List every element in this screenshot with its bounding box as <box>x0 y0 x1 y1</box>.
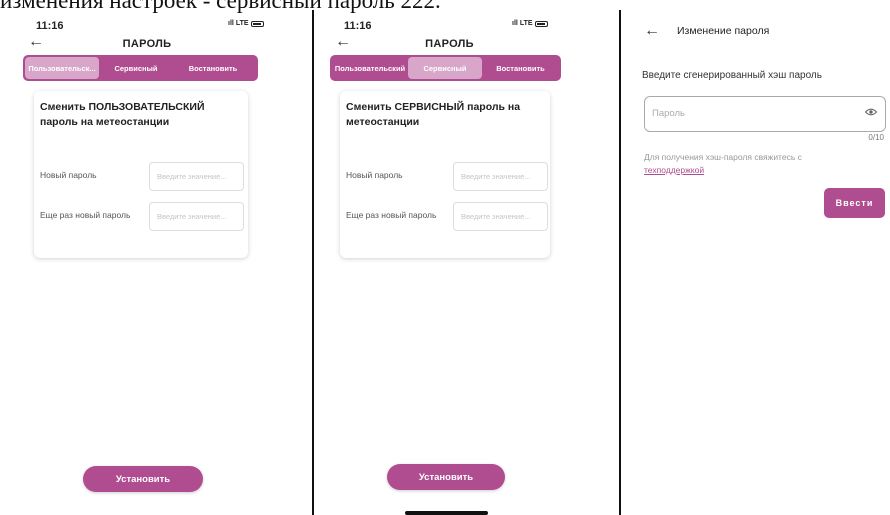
screen-title: ПАРОЛЬ <box>425 38 474 50</box>
network-label: LTE <box>519 20 533 27</box>
prompt-text: Введите сгенерированный хэш пароль <box>642 70 822 81</box>
set-button[interactable]: Установить <box>83 466 203 492</box>
tab-user[interactable]: Пользовательск... <box>25 57 99 79</box>
support-link[interactable]: техподдержкой <box>644 165 704 175</box>
repeat-password-input[interactable]: Введите значение... <box>453 202 548 231</box>
submit-button[interactable]: Ввести <box>824 188 885 218</box>
screen-title: ПАРОЛЬ <box>122 38 172 50</box>
network-label: LTE <box>235 20 249 27</box>
phone-screen-service-password: 11:16 ıll LTE ← ПАРОЛЬ Пользовательский … <box>317 14 617 515</box>
divider <box>312 10 314 515</box>
signal-icon: ıll <box>512 20 518 27</box>
password-card: Сменить СЕРВИСНЫЙ пароль на метеостанции… <box>340 91 550 258</box>
tab-restore[interactable]: Востановить <box>482 57 559 79</box>
battery-icon <box>250 20 264 27</box>
tab-service[interactable]: Сервисный <box>99 57 173 79</box>
tab-service[interactable]: Сервисный <box>408 57 482 79</box>
tab-bar: Пользовательск... Сервисный Востановить <box>23 55 258 81</box>
card-title: Сменить СЕРВИСНЫЙ пароль на метеостанции <box>346 101 521 128</box>
char-counter: 0/10 <box>868 133 884 142</box>
status-icons: ıll LTE <box>512 20 548 27</box>
screen-title: Изменение пароля <box>677 25 770 37</box>
eye-icon[interactable] <box>865 108 877 116</box>
battery-icon <box>534 20 548 27</box>
hash-password-input[interactable]: Пароль <box>644 96 886 132</box>
status-time: 11:16 <box>36 20 64 32</box>
hint-text: Для получения хэш-пароля свяжитесь с <box>644 152 802 162</box>
repeat-password-input[interactable]: Введите значение... <box>149 202 244 231</box>
change-password-screen: ← Изменение пароля Введите сгенерированн… <box>624 10 890 515</box>
status-time: 11:16 <box>344 20 372 32</box>
new-password-input[interactable]: Введите значение... <box>453 162 548 191</box>
tab-user[interactable]: Пользовательский <box>332 57 408 79</box>
signal-icon: ıll <box>228 20 234 27</box>
new-password-label: Новый пароль <box>40 170 97 180</box>
input-placeholder: Пароль <box>652 108 685 119</box>
card-title: Сменить ПОЛЬЗОВАТЕЛЬСКИЙ пароль на метео… <box>40 101 205 128</box>
repeat-password-label: Еще раз новый пароль <box>346 210 437 220</box>
status-icons: ıll LTE <box>228 20 264 27</box>
home-indicator <box>405 511 488 515</box>
new-password-input[interactable]: Введите значение... <box>149 162 244 191</box>
new-password-label: Новый пароль <box>346 170 403 180</box>
set-button[interactable]: Установить <box>387 464 505 490</box>
arrow-left-icon[interactable]: ← <box>644 23 660 39</box>
phone-screen-user-password: 11:16 ıll LTE ← ПАРОЛЬ Пользовательск...… <box>6 14 310 515</box>
divider <box>619 10 621 515</box>
repeat-password-label: Еще раз новый пароль <box>40 210 131 220</box>
page-caption: изменения настроек - сервисный пароль 22… <box>0 0 441 13</box>
tab-restore[interactable]: Востановить <box>173 57 253 79</box>
tab-bar: Пользовательский Сервисный Востановить <box>330 55 561 81</box>
password-card: Сменить ПОЛЬЗОВАТЕЛЬСКИЙ пароль на метео… <box>34 91 248 258</box>
